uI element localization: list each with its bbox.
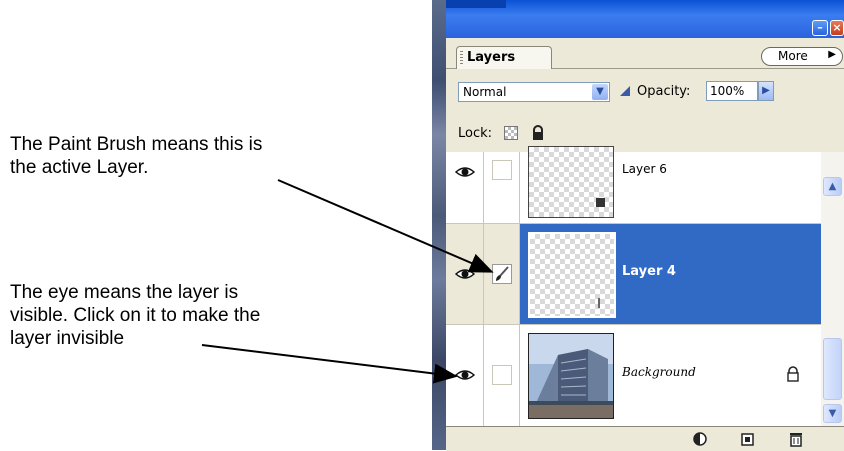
layer-thumbnail <box>528 146 614 218</box>
visibility-cell[interactable] <box>446 224 484 324</box>
lock-label: Lock: <box>458 126 493 141</box>
blend-mode-select[interactable]: Normal ▼ <box>458 82 610 102</box>
close-icon[interactable]: × <box>830 20 844 36</box>
eye-annotation: The eye means the layer is visible. Clic… <box>10 281 260 350</box>
visibility-cell[interactable] <box>446 152 484 223</box>
layer-name: Layer 6 <box>622 162 667 176</box>
opacity-input[interactable]: 100% <box>706 81 758 101</box>
layer-thumbnail <box>528 232 616 318</box>
lock-row: Lock: <box>446 114 844 153</box>
annotation-line: layer invisible <box>10 328 125 349</box>
annotation-line: the active Layer. <box>10 157 149 178</box>
layer-list: Layer 6 Layer 4 Background <box>446 146 821 426</box>
paintbrush-annotation: The Paint Brush means this is the active… <box>10 133 262 179</box>
chevron-down-icon[interactable]: ▼ <box>592 84 608 100</box>
background-image-strip <box>432 0 446 450</box>
background-photo-thumbnail <box>528 333 614 419</box>
opacity-label: Opacity: <box>637 84 691 99</box>
new-layer-icon[interactable] <box>740 431 756 447</box>
scrollbar-thumb[interactable] <box>823 338 842 400</box>
empty-link-icon[interactable] <box>492 365 512 385</box>
layer-row-active[interactable]: Layer 4 <box>446 224 821 325</box>
annotation-line: The eye means the layer is <box>10 282 239 303</box>
layer-scrollbar[interactable]: ▲ ▼ <box>821 152 844 426</box>
lock-icon <box>787 366 799 382</box>
annotation-line: The Paint Brush means this is <box>10 134 263 155</box>
blend-row: Normal ▼ Opacity: 100% ▶ <box>446 69 844 114</box>
thumbnail-content <box>598 298 600 308</box>
triangle-right-icon: ▶ <box>828 49 836 60</box>
scroll-up-icon[interactable]: ▲ <box>823 177 842 196</box>
link-cell[interactable] <box>484 325 520 426</box>
scroll-down-icon[interactable]: ▼ <box>823 404 842 423</box>
thumbnail-content <box>596 198 605 207</box>
layer-name: Layer 4 <box>622 264 676 279</box>
opacity-slider-arrow-icon[interactable]: ▶ <box>758 81 774 101</box>
eye-icon[interactable] <box>455 369 475 381</box>
more-button[interactable]: More ▶ <box>761 47 843 66</box>
panel-titlebar[interactable]: – × <box>446 0 844 38</box>
link-cell[interactable] <box>484 152 520 223</box>
brush-cell[interactable] <box>484 224 520 324</box>
trash-icon[interactable] <box>788 431 804 447</box>
visibility-cell[interactable] <box>446 325 484 426</box>
titlebar-edge <box>446 0 506 8</box>
opacity-value: 100% <box>710 84 745 98</box>
layer-name: Background <box>622 365 696 379</box>
adjustment-layer-icon[interactable] <box>692 431 708 447</box>
layer-row[interactable]: Background <box>446 325 821 426</box>
layer-row[interactable]: Layer 6 <box>446 146 821 224</box>
more-label: More <box>778 49 808 63</box>
tab-label: Layers <box>467 50 516 65</box>
minimize-icon[interactable]: – <box>812 20 828 36</box>
grip-icon[interactable] <box>460 51 463 65</box>
panel-bottom-bar <box>446 426 844 451</box>
opacity-icon <box>620 86 630 96</box>
paintbrush-icon[interactable] <box>492 264 512 284</box>
lock-icon[interactable] <box>530 125 546 141</box>
lock-transparency-icon[interactable] <box>504 126 518 140</box>
tab-layers[interactable]: Layers <box>456 46 552 69</box>
annotation-line: visible. Click on it to make the <box>10 305 261 326</box>
blend-mode-value: Normal <box>463 85 507 99</box>
tab-row: Layers More ▶ <box>446 38 844 69</box>
eye-icon[interactable] <box>455 268 475 280</box>
eye-icon[interactable] <box>455 166 475 178</box>
layers-panel: – × Layers More ▶ Normal ▼ Opacity: 100%… <box>446 0 844 451</box>
empty-link-icon[interactable] <box>492 160 512 180</box>
